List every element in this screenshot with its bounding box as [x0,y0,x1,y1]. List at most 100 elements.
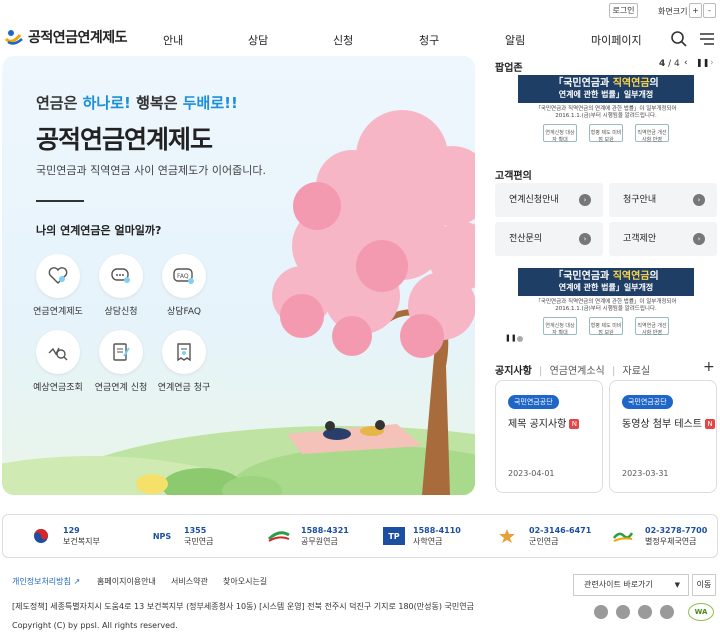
prev-icon[interactable]: ‹ [684,58,688,68]
banner-box: 연계신청 대상자 확대 [543,124,577,143]
chat-bubble-icon [99,254,143,298]
external-link-icon: ↗ [73,577,81,586]
twitter-icon[interactable] [638,605,652,619]
nav-guide[interactable]: 안내 [163,32,183,48]
org-badge: 국민연금공단 [622,395,673,409]
cs-suggestion-button[interactable]: 고객제안 › [609,222,717,256]
banner-box: 형평 제도 미비점 보완 [589,124,623,143]
logo-text: 공적연금연계제도 [28,30,128,46]
post-logo-icon [609,527,637,545]
hero-question: 나의 연계연금은 얼마일까? [36,224,162,237]
military-logo-icon [493,527,521,545]
arrow-right-icon: › [693,194,705,206]
tab-divider: | [539,366,543,377]
logo-icon [4,27,24,47]
tp-logo-icon: TP [383,527,405,545]
service-claim[interactable]: 연계연금 청구 [149,330,219,393]
banner-box: 직역연금 개선사항 반영 [635,124,669,143]
hero-subtitle: 연금은 하나로! 행복은 두배로!! [36,94,238,112]
tab-archive[interactable]: 자료실 [623,366,651,377]
nav-consult[interactable]: 상담 [248,32,268,48]
popup-zone-title: 팝업존 [495,63,523,74]
wa-mark-icon: WA [688,603,714,621]
more-icon[interactable]: + [703,359,715,375]
partner-bar: 129 보건복지부 NPS 1355 국민연금 1588-4321 공무원연금 TP … [2,514,718,558]
arrow-right-icon: › [693,233,705,245]
copyright: Copyright (C) by ppsl. All rights reserv… [12,621,178,630]
nav-apply[interactable]: 신청 [333,32,353,48]
footer-address: [제도정책] 세종특별자치시 도움4로 13 보건복지부 (정부세종청사 10동… [12,602,474,611]
tab-notice[interactable]: 공지사항 [495,366,532,377]
edit-document-icon [99,330,143,374]
new-badge: N [704,419,715,429]
receipt-icon [162,330,206,374]
cs-title: 고객편의 [495,171,532,182]
arrow-right-icon: › [579,233,591,245]
facebook-icon[interactable] [616,605,630,619]
tab-divider: | [611,366,616,377]
service-pension-link[interactable]: 연금연계제도 [23,254,93,317]
page: 로그인 화면크기 + - 공적연금연계제도 안내 상담 신청 청구 알림 마이페… [0,0,720,635]
tab-news[interactable]: 연금연계소식 [550,366,605,377]
related-sites-select[interactable]: 관련사이트 바로가기 ▼ [573,574,689,596]
service-link-apply[interactable]: 연금연계 신청 [86,330,156,393]
next-icon[interactable]: › [710,58,714,68]
cs-it-inquiry-button[interactable]: 전산문의 › [495,222,603,256]
login-button[interactable]: 로그인 [609,3,638,18]
hero-title: 공적연금연계제도 [36,125,213,154]
notice-date: 2023-04-01 [508,469,555,478]
banner-box: 연계신청 대상자 확대 [543,317,577,336]
banner-pause-icon[interactable]: ❚❚ [505,334,517,342]
service-consult-apply[interactable]: 상담신청 [86,254,156,317]
menu-icon[interactable] [698,30,716,48]
geps-logo-icon [265,527,293,545]
popup-banner-1[interactable]: 「국민연금과 직역연금의 연계에 관한 법률」일부개정 「국민연금과 직역연금의… [518,75,694,157]
faq-icon: FAQ [162,254,206,298]
zoom-in-button[interactable]: + [689,3,702,18]
nav-claim[interactable]: 청구 [419,32,439,48]
search-wave-icon [36,330,80,374]
go-button[interactable]: 이동 [692,574,716,596]
zoom-label: 화면크기 [658,7,688,16]
partner-geps[interactable]: 1588-4321 공무원연금 [265,525,349,547]
partner-nps[interactable]: NPS 1355 국민연금 [148,525,214,547]
site-logo[interactable]: 공적연금연계제도 [4,27,128,47]
heart-speech-icon [36,254,80,298]
hero-section: 연금은 하나로! 행복은 두배로!! 공적연금연계제도 국민연금과 직역연금 사… [2,56,475,495]
nav-notice[interactable]: 알림 [505,32,525,48]
search-icon[interactable] [670,30,688,48]
partner-military[interactable]: 02-3146-6471 군인연금 [493,525,591,547]
talk-icon[interactable] [594,605,608,619]
notice-date: 2023-03-31 [622,469,669,478]
nps-logo-icon: NPS [152,531,172,541]
popup-pager: 4 / 4 [659,59,680,69]
banner-indicator[interactable] [517,336,523,342]
banner-box: 형평 제도 미비점 보완 [589,317,623,336]
cs-apply-guide-button[interactable]: 연계신청안내 › [495,183,603,217]
popup-banner-2[interactable]: 「국민연금과 직역연금의 연계에 관한 법률」일부개정 「국민연금과 직역연금의… [518,268,694,350]
svg-text:FAQ: FAQ [177,273,189,280]
org-badge: 국민연금공단 [508,395,559,409]
partner-post[interactable]: 02-3278-7700 별정우체국연금 [609,525,707,547]
instagram-icon[interactable] [660,605,674,619]
directions-link[interactable]: 찾아오시는길 [223,576,267,587]
zoom-out-button[interactable]: - [703,3,716,18]
notice-title: 동영상 첨부 테스트 N [622,415,715,430]
terms-link[interactable]: 서비스약관 [171,576,208,587]
divider [36,200,84,202]
pause-icon[interactable]: ❚❚ [696,58,709,67]
notice-card[interactable]: 국민연금공단 제목 공지사항 N 2023-04-01 [495,380,603,493]
arrow-right-icon: › [579,194,591,206]
hero-description: 국민연금과 직역연금 사이 연금제도가 이어줍니다. [36,164,267,177]
partner-mohw[interactable]: 129 보건복지부 [27,525,100,547]
caret-down-icon: ▼ [674,581,680,589]
service-consult-faq[interactable]: FAQ 상담FAQ [149,254,219,317]
usage-guide-link[interactable]: 홈페이지이용안내 [97,576,156,587]
notice-title: 제목 공지사항 N [508,415,580,430]
nav-mypage[interactable]: 마이페이지 [591,32,642,48]
service-estimate[interactable]: 예상연금조회 [23,330,93,393]
privacy-link[interactable]: 개인정보처리방침 ↗ [12,576,80,587]
partner-tp[interactable]: TP 1588-4110 사학연금 [383,525,461,547]
notice-card[interactable]: 국민연금공단 동영상 첨부 테스트 N 2023-03-31 [609,380,717,493]
cs-claim-guide-button[interactable]: 청구안내 › [609,183,717,217]
